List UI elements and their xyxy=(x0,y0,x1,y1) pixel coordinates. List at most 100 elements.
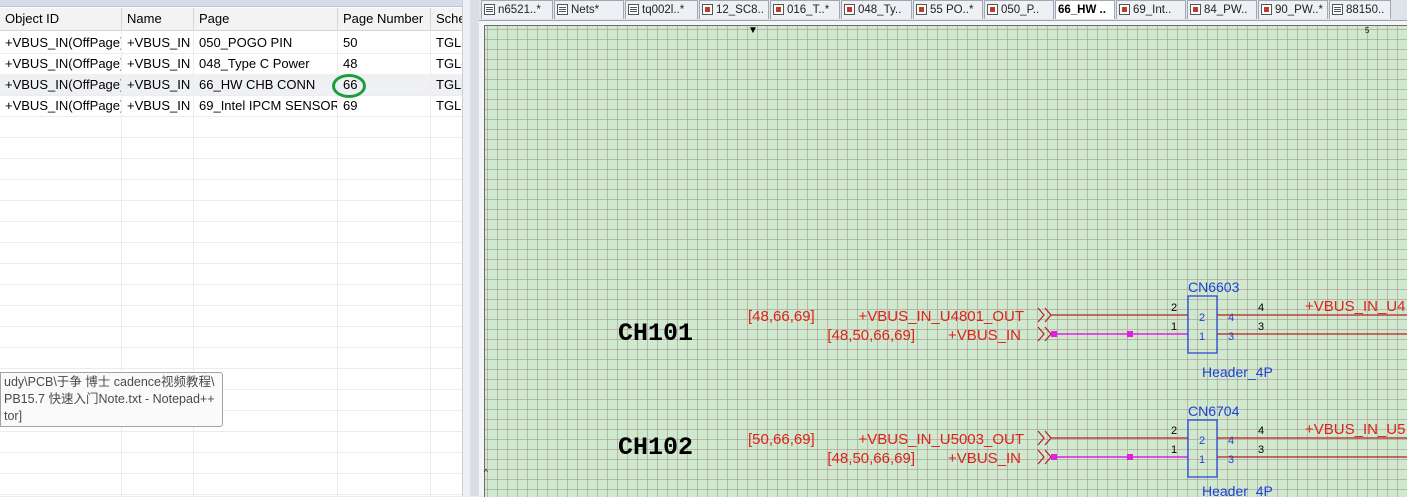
offpage-connector-icon[interactable] xyxy=(1037,307,1052,323)
table-row[interactable]: +VBUS_IN(OffPage) +VBUS_IN 050_POGO PIN … xyxy=(0,32,462,54)
cell-schematic: TGL- xyxy=(436,35,462,50)
net-label[interactable]: +VBUS_IN xyxy=(948,450,1021,467)
schematic-block-ch102: CH102 [50,66,69] +VBUS_IN_U5003_OUT [48,… xyxy=(618,403,1407,496)
net-label[interactable]: +VBUS_IN_U4801_OUT xyxy=(859,308,1025,325)
cell-schematic: TGL- xyxy=(436,77,462,92)
tab-label: 050_P.. xyxy=(1001,4,1040,16)
tab-label: 90_PW..* xyxy=(1275,4,1323,16)
border-zone-mark: 5 xyxy=(1365,26,1370,35)
empty-table-row xyxy=(0,179,462,201)
column-header-schematic[interactable]: Sche xyxy=(431,8,462,30)
doc-icon xyxy=(987,4,998,15)
schematic-block-ch101: CH101 [48,66,69] +VBUS_IN_U4801_OUT [48,… xyxy=(618,279,1407,380)
net-label[interactable]: +VBUS_IN xyxy=(948,327,1021,344)
pin-number: 1 xyxy=(1199,454,1205,466)
tab-6[interactable]: 048_Ty.. xyxy=(841,0,912,19)
tab-10[interactable]: 69_Int.. xyxy=(1116,0,1186,19)
empty-table-row xyxy=(0,452,462,474)
tab-3[interactable]: tq002l..* xyxy=(625,0,698,19)
net-label[interactable]: +VBUS_IN_U4 xyxy=(1305,298,1405,315)
tooltip-line: udy\PCB\于争 博士 cadence视频教程\ xyxy=(4,375,215,389)
doc-icon xyxy=(1261,4,1272,15)
table-row-selected[interactable]: +VBUS_IN(OffPage) +VBUS_IN 66_HW CHB CON… xyxy=(0,74,462,96)
connector-body[interactable] xyxy=(1187,295,1218,354)
pin-number: 1 xyxy=(1171,321,1177,333)
cell-page-number: 48 xyxy=(338,53,431,74)
offpage-ref-list[interactable]: [48,50,66,69] xyxy=(827,327,915,344)
vertical-scrollbar[interactable] xyxy=(462,0,470,496)
empty-table-row xyxy=(0,263,462,285)
block-label: CH102 xyxy=(618,433,693,462)
empty-table-row xyxy=(0,284,462,306)
doc-icon xyxy=(1190,4,1201,15)
cell-page: 69_Intel IPCM SENSOR xyxy=(194,95,338,116)
net-label[interactable]: +VBUS_IN_U5003_OUT xyxy=(859,431,1025,448)
offpage-connector-icon[interactable] xyxy=(1037,430,1052,446)
wire-junction xyxy=(1127,454,1133,460)
tooltip-line: tor] xyxy=(4,409,23,423)
offpage-connector-icon[interactable] xyxy=(1037,326,1052,342)
cell-schematic: TGL- xyxy=(436,98,462,113)
table-row[interactable]: +VBUS_IN(OffPage) +VBUS_IN 048_Type C Po… xyxy=(0,53,462,75)
cell-name: +VBUS_IN xyxy=(122,32,194,53)
pin-number: 3 xyxy=(1228,331,1234,343)
offpage-ref-list[interactable]: [50,66,69] xyxy=(748,431,815,448)
tab-7[interactable]: 55 PO..* xyxy=(913,0,983,19)
pin-number: 3 xyxy=(1258,321,1264,333)
tab-label: Nets* xyxy=(571,4,600,16)
cell-object-id: +VBUS_IN(OffPage) xyxy=(0,32,122,53)
border-arrow-icon: ▼ xyxy=(748,25,758,36)
offpage-connector-icon[interactable] xyxy=(1037,449,1052,465)
wire-junction xyxy=(1127,331,1133,337)
net-label[interactable]: +VBUS_IN_U5 xyxy=(1305,421,1405,438)
doc-icon xyxy=(773,4,784,15)
grid-icon xyxy=(557,4,568,15)
panel-title-strip xyxy=(0,0,470,7)
tab-12[interactable]: 90_PW..* xyxy=(1258,0,1328,19)
column-header-name[interactable]: Name xyxy=(122,8,194,30)
cell-page: 048_Type C Power xyxy=(194,53,338,74)
cell-object-id: +VBUS_IN(OffPage) xyxy=(0,95,122,116)
tab-1[interactable]: n6521..* xyxy=(481,0,553,19)
taskbar-tooltip: udy\PCB\于争 博士 cadence视频教程\ PB15.7 快速入门No… xyxy=(0,372,223,427)
connector-refdes[interactable]: CN6603 xyxy=(1188,279,1240,295)
connector-value[interactable]: Header_4P xyxy=(1202,483,1273,496)
tab-13[interactable]: 88150.. xyxy=(1329,0,1391,19)
cell-schematic: TGL- xyxy=(436,56,462,71)
block-label: CH101 xyxy=(618,319,693,348)
doc-icon xyxy=(702,4,713,15)
table-row[interactable]: +VBUS_IN(OffPage) +VBUS_IN 69_Intel IPCM… xyxy=(0,95,462,117)
tab-9[interactable]: 66_HW .. xyxy=(1055,0,1115,19)
tab-5[interactable]: 016_T..* xyxy=(770,0,840,19)
tab-label: 55 PO..* xyxy=(930,4,974,16)
connector-body[interactable] xyxy=(1187,419,1218,478)
wire-junction xyxy=(1051,454,1057,460)
pin-number: 4 xyxy=(1228,435,1234,447)
tab-2[interactable]: Nets* xyxy=(554,0,624,19)
pin-number: 1 xyxy=(1199,331,1205,343)
tab-11[interactable]: 84_PW.. xyxy=(1187,0,1257,19)
pin-number: 2 xyxy=(1199,312,1205,324)
wire-junction xyxy=(1051,331,1057,337)
empty-table-row xyxy=(0,116,462,138)
connector-refdes[interactable]: CN6704 xyxy=(1188,403,1240,419)
tooltip-line: PB15.7 快速入门Note.txt - Notepad++ xyxy=(4,392,215,406)
cell-name: +VBUS_IN xyxy=(122,95,194,116)
panel-splitter[interactable] xyxy=(470,0,479,496)
tab-label: 048_Ty.. xyxy=(858,4,902,16)
column-header-page-number[interactable]: Page Number xyxy=(338,8,431,30)
pin-number: 2 xyxy=(1171,302,1177,314)
tab-label: tq002l..* xyxy=(642,4,685,16)
grid-icon xyxy=(484,4,495,15)
column-header-object-id[interactable]: Object ID xyxy=(0,8,122,30)
cell-object-id: +VBUS_IN(OffPage) xyxy=(0,53,122,74)
tab-4[interactable]: 12_SC8.. xyxy=(699,0,769,19)
column-header-page[interactable]: Page xyxy=(194,8,338,30)
empty-table-row xyxy=(0,242,462,264)
tab-8[interactable]: 050_P.. xyxy=(984,0,1054,19)
connector-value[interactable]: Header_4P xyxy=(1202,364,1273,380)
offpage-ref-list[interactable]: [48,66,69] xyxy=(748,308,815,325)
cell-page: 66_HW CHB CONN xyxy=(194,74,338,95)
tab-label: 88150.. xyxy=(1346,4,1385,16)
offpage-ref-list[interactable]: [48,50,66,69] xyxy=(827,450,915,467)
